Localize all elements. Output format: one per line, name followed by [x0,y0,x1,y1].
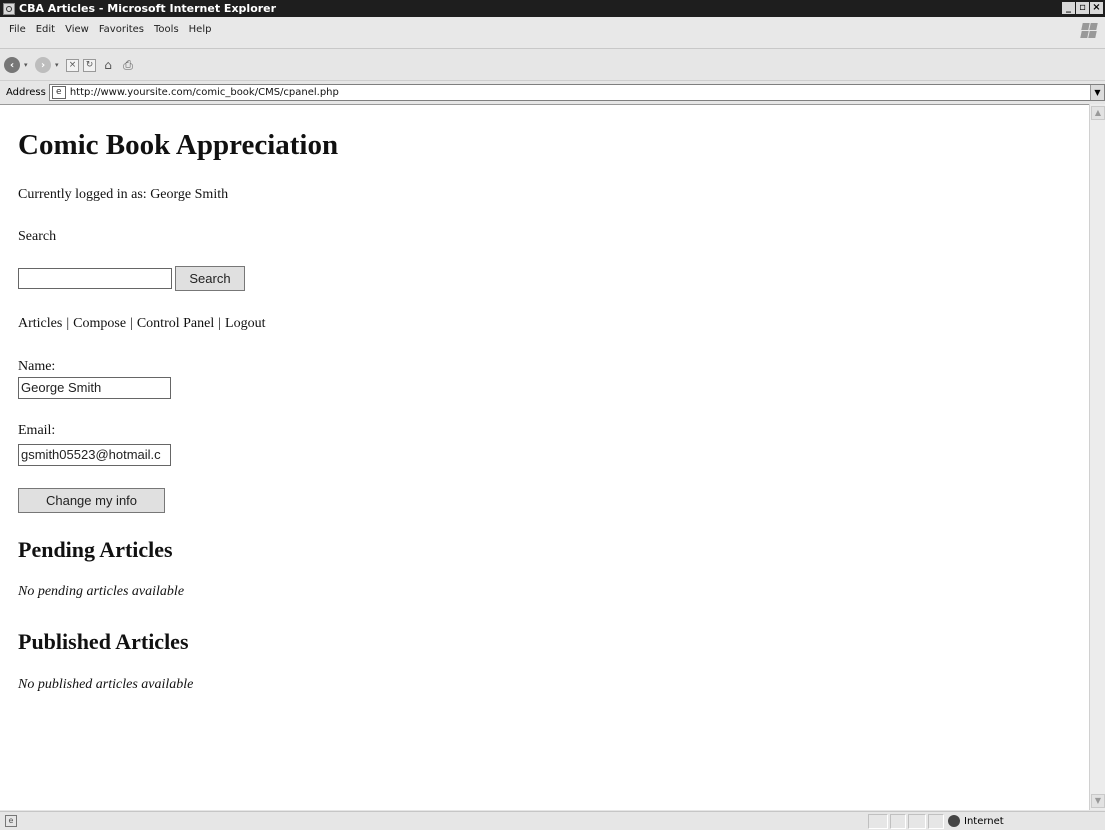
nav-links: Articles | Compose | Control Panel | Logout [18,316,266,332]
vertical-scrollbar[interactable]: ▲ ▼ [1089,104,1105,810]
page-content: Comic Book Appreciation Currently logged… [0,104,1089,810]
maximize-button[interactable]: ▫ [1076,2,1089,14]
nav-articles-link[interactable]: Articles [18,316,62,331]
ie-app-icon[interactable] [3,2,15,15]
window-controls: _ ▫ × [1062,2,1103,14]
page-icon: e [51,85,66,99]
menu-favorites[interactable]: Favorites [94,21,149,38]
stop-icon[interactable]: × [66,58,79,72]
nav-separator: | [66,316,70,331]
menu-file[interactable]: File [4,21,31,38]
pending-articles-heading: Pending Articles [18,537,173,562]
search-button[interactable]: Search [175,266,245,291]
address-url[interactable]: http://www.yoursite.com/comic_book/CMS/c… [70,87,339,98]
window-title: CBA Articles - Microsoft Internet Explor… [19,2,277,15]
status-pane [928,814,944,829]
name-label: Name: [18,359,56,374]
menu-items: File Edit View Favorites Tools Help [4,21,216,38]
published-articles-empty: No published articles available [18,677,194,692]
forward-icon[interactable]: › [35,57,51,73]
site-title: Comic Book Appreciation [18,129,339,161]
address-bar: Address e http://www.yoursite.com/comic_… [0,80,1105,103]
refresh-icon[interactable]: ↻ [83,58,96,72]
status-pane [868,814,888,829]
name-field[interactable]: George Smith [18,377,171,399]
forward-dropdown-icon[interactable]: ▾ [55,61,62,69]
page-status-icon: e [5,815,17,827]
change-info-button[interactable]: Change my info [18,488,165,513]
search-input[interactable] [18,268,172,289]
menu-edit[interactable]: Edit [31,21,60,38]
windows-logo-icon [1079,22,1098,39]
status-bar: e Internet [0,811,1105,830]
status-pane [908,814,926,829]
minimize-button[interactable]: _ [1062,2,1075,14]
menu-bar: File Edit View Favorites Tools Help [0,17,1105,49]
zone-label: Internet [964,815,1004,827]
toolbar: ‹ ▾ › ▾ × ↻ ⌂ ⎙ [0,50,1105,80]
nav-control-panel-link[interactable]: Control Panel [137,316,214,331]
nav-separator: | [218,316,222,331]
close-button[interactable]: × [1090,2,1103,14]
pending-articles-empty: No pending articles available [18,584,185,599]
menu-tools[interactable]: Tools [149,21,184,38]
back-dropdown-icon[interactable]: ▾ [24,61,31,69]
scroll-up-icon[interactable]: ▲ [1091,106,1105,120]
nav-separator: | [130,316,133,331]
menu-view[interactable]: View [60,21,94,38]
published-articles-heading: Published Articles [18,629,189,654]
address-label: Address [6,86,46,98]
back-icon[interactable]: ‹ [4,57,20,73]
security-zone: Internet [948,815,1004,827]
title-bar: CBA Articles - Microsoft Internet Explor… [0,0,1105,17]
nav-compose-link[interactable]: Compose [73,316,126,331]
print-icon[interactable]: ⎙ [120,57,136,73]
email-field[interactable]: gsmith05523@hotmail.c [18,444,171,466]
home-icon[interactable]: ⌂ [100,57,116,73]
globe-icon [948,815,960,827]
menu-help[interactable]: Help [184,21,217,38]
scroll-down-icon[interactable]: ▼ [1091,794,1105,808]
logged-in-status: Currently logged in as: George Smith [18,187,229,202]
search-heading: Search [18,229,57,244]
nav-logout-link[interactable]: Logout [225,316,265,331]
email-label: Email: [18,423,56,438]
status-pane [890,814,906,829]
address-input[interactable]: e http://www.yoursite.com/comic_book/CMS… [48,83,1105,101]
address-dropdown-icon[interactable]: ▼ [1090,84,1104,100]
